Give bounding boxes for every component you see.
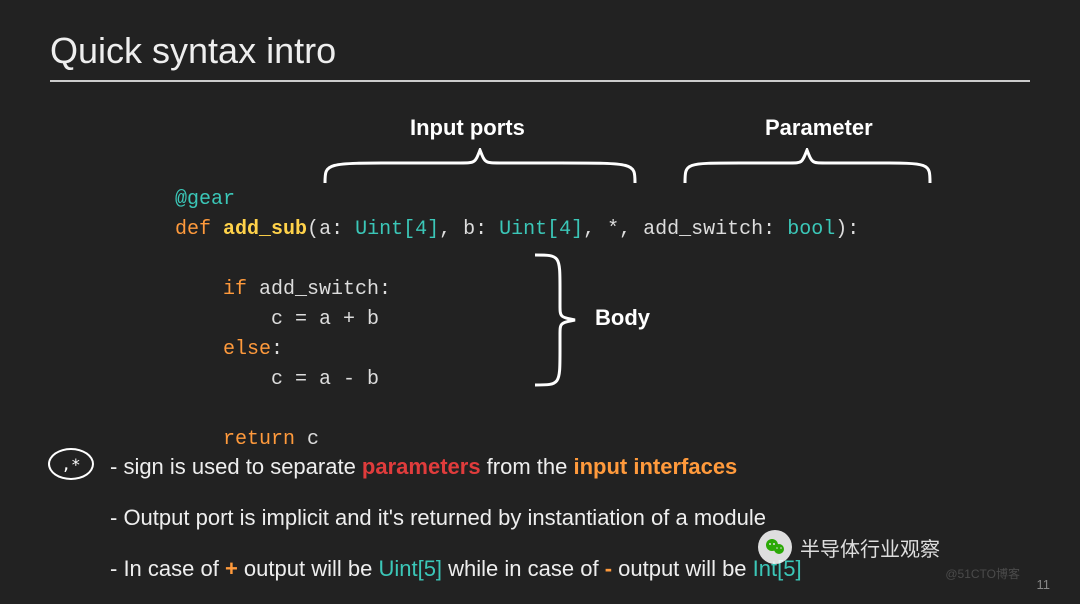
wechat-text: 半导体行业观察 xyxy=(800,533,940,562)
bullet-list: - sign is used to separate parameters fr… xyxy=(110,450,1040,603)
paren-open: ( xyxy=(307,218,319,241)
divider xyxy=(50,80,1030,82)
slide-title: Quick syntax intro xyxy=(50,30,1030,72)
wechat-icon xyxy=(758,530,792,564)
if-cond: add_switch: xyxy=(247,278,391,301)
label-parameter: Parameter xyxy=(765,115,873,141)
minus-sign: - xyxy=(605,556,612,581)
else-colon: : xyxy=(271,338,283,361)
param-b: b: xyxy=(463,218,499,241)
param-switch: add_switch: xyxy=(643,218,787,241)
brace-input-ports xyxy=(320,148,640,188)
body-add: c = a + b xyxy=(175,308,379,331)
plus-sign: + xyxy=(225,556,238,581)
label-input-ports: Input ports xyxy=(410,115,525,141)
brace-parameter xyxy=(680,148,935,188)
type-uint5: Uint[5] xyxy=(378,556,442,581)
kw-def: def xyxy=(175,218,211,241)
body-sub: c = a - b xyxy=(175,368,379,391)
label-body: Body xyxy=(595,305,650,331)
word-input-interfaces: input interfaces xyxy=(573,454,737,479)
paren-close: ): xyxy=(835,218,859,241)
code-block: @gear def add_sub(a: Uint[4], b: Uint[4]… xyxy=(175,185,859,455)
comma1: , xyxy=(439,218,463,241)
word-parameters: parameters xyxy=(362,454,481,479)
type-bool: bool xyxy=(787,218,835,241)
star-text: ,* xyxy=(61,455,80,474)
kw-if: if xyxy=(223,278,247,301)
page-number: 11 xyxy=(1037,577,1051,592)
param-a: a: xyxy=(319,218,355,241)
type-uint4-b: Uint[4] xyxy=(499,218,583,241)
star-sep: , *, xyxy=(583,218,643,241)
star-marker: ,* xyxy=(48,448,94,480)
return-val: c xyxy=(295,428,319,451)
kw-else: else xyxy=(223,338,271,361)
watermark: @51CTO博客 xyxy=(945,565,1020,582)
wechat-badge: 半导体行业观察 xyxy=(758,530,940,564)
brace-body xyxy=(530,250,580,390)
kw-return: return xyxy=(223,428,295,451)
bullet-1: - sign is used to separate parameters fr… xyxy=(110,450,1040,483)
type-uint4-a: Uint[4] xyxy=(355,218,439,241)
decorator: @gear xyxy=(175,188,235,211)
slide: Quick syntax intro Input ports Parameter… xyxy=(0,0,1080,604)
fn-name: add_sub xyxy=(223,218,307,241)
